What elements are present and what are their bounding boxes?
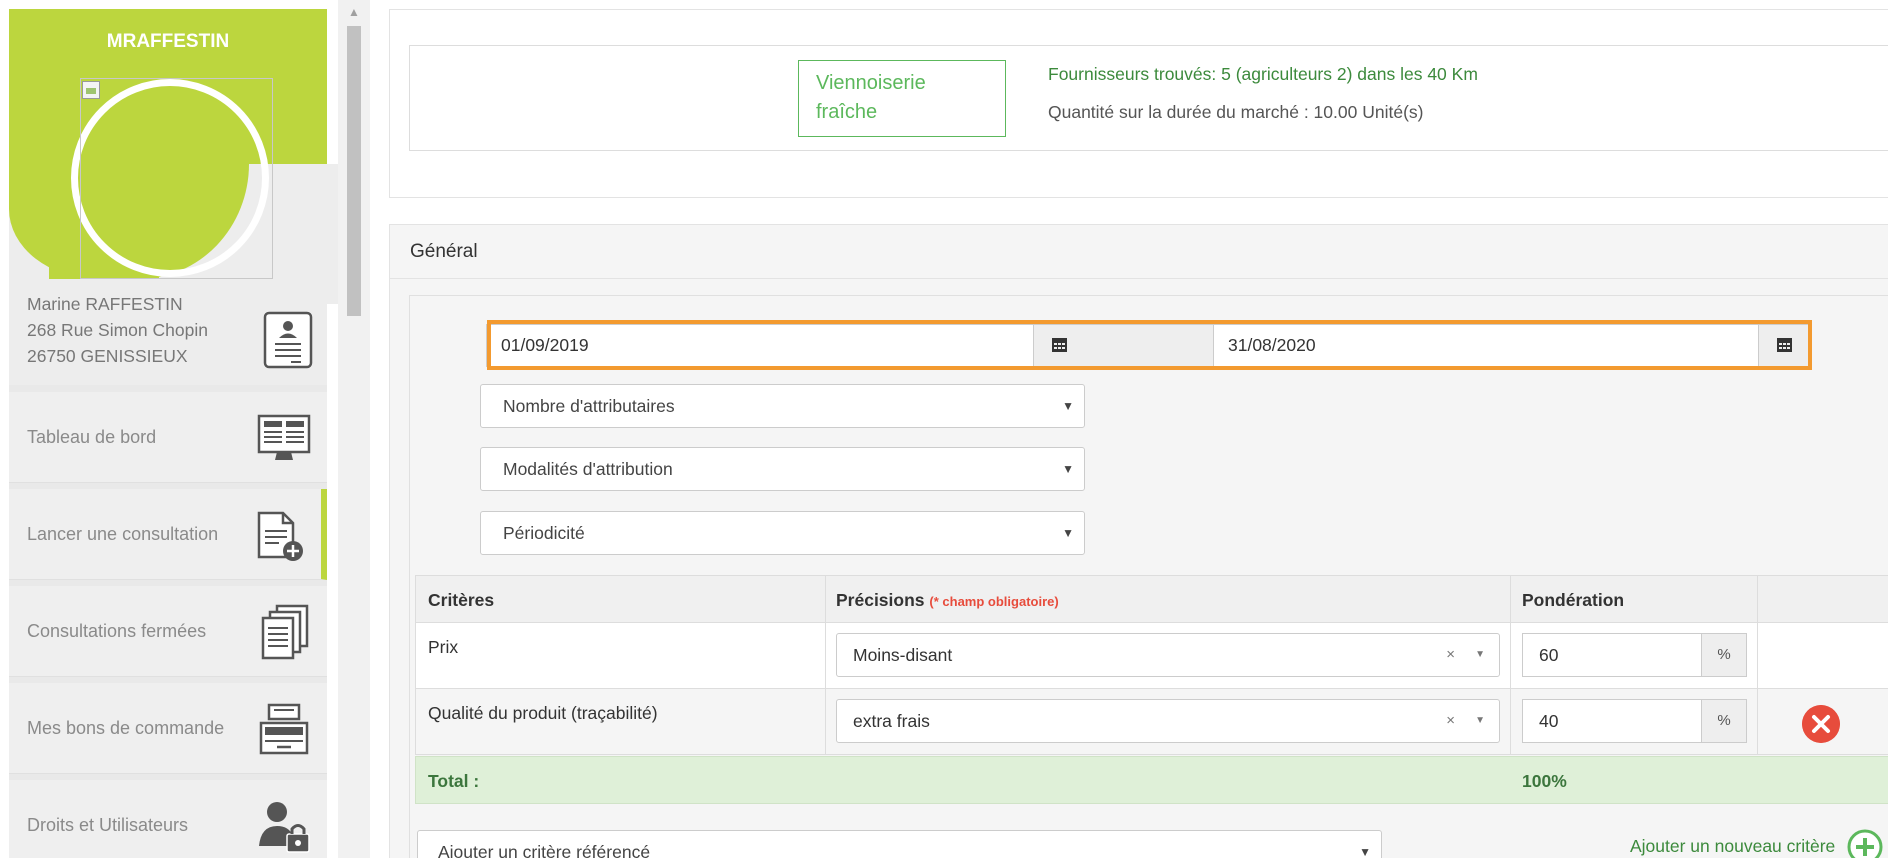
user-name: Marine RAFFESTIN bbox=[27, 294, 183, 314]
product-chip[interactable]: Viennoiserie fraîche bbox=[798, 60, 1006, 137]
sidebar-item-label: Tableau de bord bbox=[27, 427, 157, 447]
date-range-highlight bbox=[487, 320, 1812, 370]
weight-input[interactable]: 40 bbox=[1522, 699, 1702, 743]
total-row: Total : 100% bbox=[415, 756, 1888, 804]
precision-select[interactable]: extra frais × ▼ bbox=[836, 699, 1500, 743]
scroll-up-arrow-icon[interactable]: ▲ bbox=[338, 0, 370, 24]
user-street: 268 Rue Simon Chopin bbox=[27, 320, 208, 340]
clear-icon[interactable]: × bbox=[1446, 700, 1455, 742]
criterion-name: Qualité du produit (traçabilité) bbox=[428, 703, 658, 723]
new-document-icon bbox=[257, 511, 303, 561]
product-panel: Viennoiserie fraîche Fournisseurs trouvé… bbox=[389, 9, 1888, 198]
percent-addon: % bbox=[1701, 633, 1747, 677]
weight-value: 60 bbox=[1539, 645, 1559, 665]
sidebar-item-consultations-fermees[interactable]: Consultations fermées bbox=[9, 586, 327, 677]
select-value: Nombre d'attributaires bbox=[503, 396, 675, 416]
add-new-criterion-link[interactable]: Ajouter un nouveau critère bbox=[1630, 836, 1835, 857]
weight-value: 40 bbox=[1539, 711, 1559, 731]
table-row: Prix Moins-disant × ▼ 60 % bbox=[415, 623, 1888, 689]
sidebar-item-bons-de-commande[interactable]: Mes bons de commande bbox=[9, 683, 327, 774]
sidebar-item-label: Mes bons de commande bbox=[27, 718, 225, 738]
sidebar-item-label: Lancer une consultation bbox=[27, 524, 219, 544]
product-summary: Viennoiserie fraîche Fournisseurs trouvé… bbox=[409, 45, 1888, 151]
percent-addon: % bbox=[1701, 699, 1747, 743]
precision-value: extra frais bbox=[853, 711, 930, 731]
general-heading: Général bbox=[390, 225, 1888, 279]
clear-icon[interactable]: × bbox=[1446, 634, 1455, 676]
required-note: (* champ obligatoire) bbox=[929, 594, 1059, 609]
chevron-down-icon[interactable]: ▼ bbox=[1475, 700, 1485, 742]
sidebar-panel: MRAFFESTIN Marine RAFFESTIN 268 Rue Simo… bbox=[9, 9, 359, 858]
criteria-table-header: Critères Précisions (* champ obligatoire… bbox=[415, 575, 1888, 623]
cash-register-icon bbox=[259, 703, 309, 755]
scrollbar-thumb[interactable] bbox=[347, 26, 361, 316]
attributaires-select[interactable]: Nombre d'attributaires ▼ bbox=[480, 384, 1085, 428]
user-city: 26750 GENISSIEUX bbox=[27, 346, 188, 366]
user-lock-icon bbox=[259, 802, 310, 853]
select-value: Ajouter un critère référencé bbox=[438, 842, 651, 858]
dropdown-caret-icon: ▼ bbox=[1062, 399, 1074, 413]
sidebar-scrollbar[interactable]: ▲ bbox=[338, 0, 370, 858]
suppliers-found-text: Fournisseurs trouvés: 5 (agriculteurs 2)… bbox=[1048, 64, 1478, 84]
criterion-name: Prix bbox=[428, 637, 459, 657]
sidebar-item-lancer-consultation[interactable]: Lancer une consultation bbox=[9, 489, 327, 580]
dropdown-caret-icon: ▼ bbox=[1062, 526, 1074, 540]
documents-stack-icon bbox=[261, 604, 309, 660]
sidebar: MRAFFESTIN Marine RAFFESTIN 268 Rue Simo… bbox=[0, 0, 370, 858]
select-value: Périodicité bbox=[503, 523, 585, 543]
user-profile-card: MRAFFESTIN Marine RAFFESTIN 268 Rue Simo… bbox=[9, 9, 359, 385]
user-login: MRAFFESTIN bbox=[106, 31, 230, 52]
delete-criterion-icon[interactable] bbox=[1802, 705, 1840, 743]
sidebar-item-label: Droits et Utilisateurs bbox=[27, 815, 189, 835]
precision-value: Moins-disant bbox=[853, 645, 953, 665]
total-value: 100% bbox=[1522, 771, 1567, 791]
header-precisions: Précisions (* champ obligatoire) bbox=[836, 590, 1059, 610]
sidebar-item-tableau-de-bord[interactable]: Tableau de bord bbox=[9, 392, 327, 483]
avatar[interactable] bbox=[80, 78, 273, 279]
user-address: Marine RAFFESTIN 268 Rue Simon Chopin 26… bbox=[27, 291, 208, 369]
header-criteres: Critères bbox=[428, 590, 495, 610]
sidebar-item-label: Consultations fermées bbox=[27, 621, 207, 641]
criteria-table: Critères Précisions (* champ obligatoire… bbox=[415, 575, 1888, 805]
total-label: Total : bbox=[428, 771, 480, 791]
periodicite-select[interactable]: Périodicité ▼ bbox=[480, 511, 1085, 555]
plus-circle-icon[interactable] bbox=[1846, 828, 1884, 858]
dropdown-caret-icon: ▼ bbox=[1359, 845, 1371, 858]
modalites-select[interactable]: Modalités d'attribution ▼ bbox=[480, 447, 1085, 491]
add-ref-criterion-select[interactable]: Ajouter un critère référencé ▼ bbox=[417, 830, 1382, 858]
sidebar-item-droits-utilisateurs[interactable]: Droits et Utilisateurs bbox=[9, 780, 327, 858]
table-row: Qualité du produit (traçabilité) extra f… bbox=[415, 689, 1888, 755]
broken-image-icon bbox=[82, 81, 100, 99]
chevron-down-icon[interactable]: ▼ bbox=[1475, 634, 1485, 676]
header-ponderation: Pondération bbox=[1522, 590, 1625, 610]
weight-input[interactable]: 60 bbox=[1522, 633, 1702, 677]
dropdown-caret-icon: ▼ bbox=[1062, 462, 1074, 476]
dashboard-icon bbox=[257, 414, 311, 460]
precision-select[interactable]: Moins-disant × ▼ bbox=[836, 633, 1500, 677]
quantity-text: Quantité sur la durée du marché : 10.00 … bbox=[1048, 102, 1424, 122]
profile-card-icon[interactable] bbox=[263, 311, 313, 369]
select-value: Modalités d'attribution bbox=[503, 459, 673, 479]
